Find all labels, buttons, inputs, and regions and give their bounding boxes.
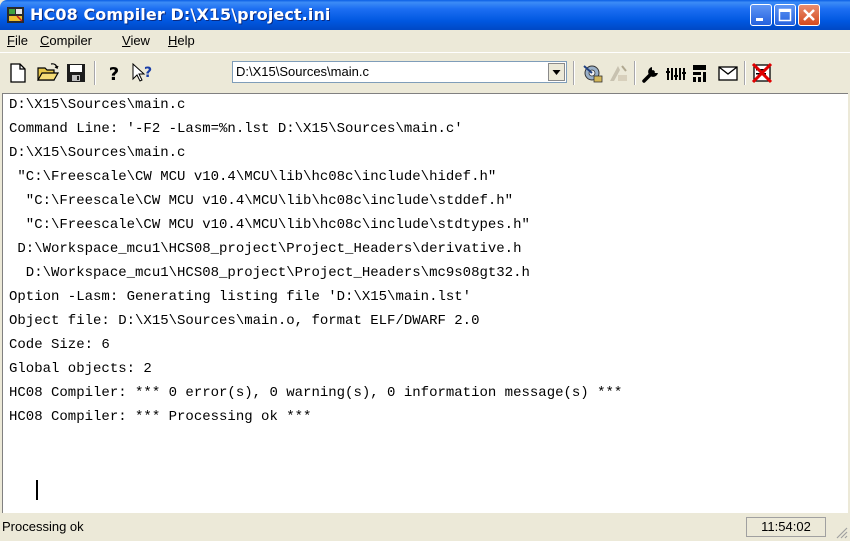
menu-bar: File Compiler View Help [0,30,850,52]
menu-help[interactable]: Help [168,33,195,48]
open-button[interactable] [36,61,60,85]
clear-icon [751,62,773,84]
menu-view-label: iew [130,33,150,48]
menu-help-key: H [168,33,178,48]
message-settings-button[interactable] [690,61,714,85]
output-line: Global objects: 2 [9,361,152,377]
window-title: HC08 Compiler D:\X15\project.ini [30,5,331,24]
toolbar-separator [573,61,575,85]
file-combo-value: D:\X15\Sources\main.c [236,64,369,79]
new-file-button[interactable] [6,61,30,85]
output-line: D:\X15\Sources\main.c [9,97,186,113]
minimize-icon [756,18,763,21]
menu-view[interactable]: View [122,33,150,48]
output-line: D:\Workspace_mcu1\HCS08_project\Project_… [9,265,530,281]
message-settings-icon [693,65,706,82]
menu-compiler-key: C [40,33,50,48]
save-icon [67,64,85,82]
output-line: Code Size: 6 [9,337,110,353]
app-icon[interactable] [7,7,24,23]
resize-grip-icon[interactable] [834,525,848,539]
stop-icon [610,65,627,81]
mail-icon [718,66,738,81]
compile-icon [583,65,603,83]
status-time: 11:54:02 [746,517,826,537]
maximize-button[interactable] [774,4,796,26]
output-line: Object file: D:\X15\Sources\main.o, form… [9,313,480,329]
help-button[interactable]: ? [102,61,126,85]
context-help-button[interactable]: ? [130,61,154,85]
compile-button[interactable] [580,61,604,85]
menu-compiler[interactable]: Compiler [40,33,92,48]
toolbar-separator [94,61,96,85]
clear-button[interactable] [750,61,774,85]
save-button[interactable] [64,61,88,85]
toolbar: ? ? D:\X15\Sources\main.c [0,52,850,92]
status-bar: Processing ok 11:54:02 [0,514,850,541]
open-folder-icon [36,63,60,81]
new-file-icon [10,63,26,83]
text-caret [36,480,38,500]
status-message: Processing ok [2,519,84,534]
stop-button [606,61,630,85]
output-line: HC08 Compiler: *** 0 error(s), 0 warning… [9,385,623,401]
output-line: "C:\Freescale\CW MCU v10.4\MCU\lib\hc08c… [9,217,530,233]
settings-button[interactable] [664,61,688,85]
title-bar[interactable]: HC08 Compiler D:\X15\project.ini [0,0,850,30]
svg-text:?: ? [109,64,119,85]
help-icon: ? [109,64,119,85]
menu-help-label: elp [177,33,195,48]
output-line: Option -Lasm: Generating listing file 'D… [9,289,472,305]
menu-file-label: ile [14,33,28,48]
chevron-down-icon [552,70,561,75]
file-combo-dropdown-button[interactable] [548,63,565,81]
options-button[interactable] [640,61,664,85]
output-line: D:\X15\Sources\main.c [9,145,186,161]
close-button[interactable] [798,4,820,26]
output-line: Command Line: '-F2 -Lasm=%n.lst D:\X15\S… [9,121,463,137]
output-line: "C:\Freescale\CW MCU v10.4\MCU\lib\hc08c… [9,193,514,209]
toolbar-separator [634,61,636,85]
output-line: HC08 Compiler: *** Processing ok *** [9,409,312,425]
menu-file[interactable]: File [7,33,28,48]
close-icon [803,9,815,21]
output-line: D:\Workspace_mcu1\HCS08_project\Project_… [9,241,522,257]
compiler-window: HC08 Compiler D:\X15\project.ini File Co… [0,0,850,541]
wrench-icon [642,67,658,83]
output-line: "C:\Freescale\CW MCU v10.4\MCU\lib\hc08c… [9,169,497,185]
menu-compiler-label: ompiler [49,33,93,48]
context-help-icon: ? [132,62,152,82]
file-combo[interactable]: D:\X15\Sources\main.c [232,61,567,83]
toolbar-separator [744,61,746,85]
bars-settings-icon [666,68,686,80]
svg-text:?: ? [144,65,152,81]
menu-file-key: F [7,33,15,48]
minimize-button[interactable] [750,4,772,26]
output-pane[interactable]: D:\X15\Sources\main.c Command Line: '-F2… [2,93,848,513]
maximize-icon [778,8,792,22]
mail-button[interactable] [716,61,740,85]
